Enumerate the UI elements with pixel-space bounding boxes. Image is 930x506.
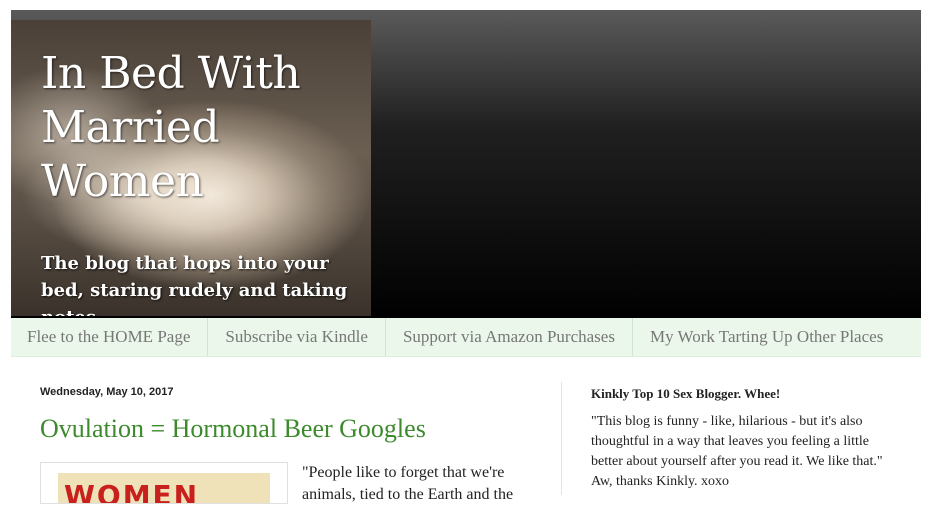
sidebar-widget-title: Kinkly Top 10 Sex Blogger. Whee!	[591, 386, 781, 401]
post-body: "People like to forget that we're animal…	[302, 464, 514, 503]
tab-subscribe-kindle[interactable]: Subscribe via Kindle	[208, 318, 386, 356]
column-divider	[561, 382, 562, 495]
post-image-text: WOMEN	[64, 479, 200, 503]
page-tabs: Flee to the HOME Page Subscribe via Kind…	[11, 318, 921, 357]
sidebar-widget-text: "This blog is funny - like, hilarious - …	[591, 414, 883, 489]
site-description: The blog that hops into your bed, starin…	[41, 253, 348, 316]
site-title[interactable]: In Bed With Married Women	[41, 47, 361, 209]
header-image: In Bed With Married Women The blog that …	[11, 20, 371, 316]
post-title[interactable]: Ovulation = Hormonal Beer Googles	[40, 414, 426, 444]
blog-header: In Bed With Married Women The blog that …	[11, 10, 921, 318]
tab-home[interactable]: Flee to the HOME Page	[11, 318, 209, 356]
tab-amazon-support[interactable]: Support via Amazon Purchases	[386, 318, 633, 356]
post-image[interactable]: WOMEN	[40, 462, 288, 504]
post-date: Wednesday, May 10, 2017	[40, 386, 174, 398]
post-image-poster: WOMEN	[58, 473, 270, 503]
tab-other-work[interactable]: My Work Tarting Up Other Places	[633, 318, 900, 356]
